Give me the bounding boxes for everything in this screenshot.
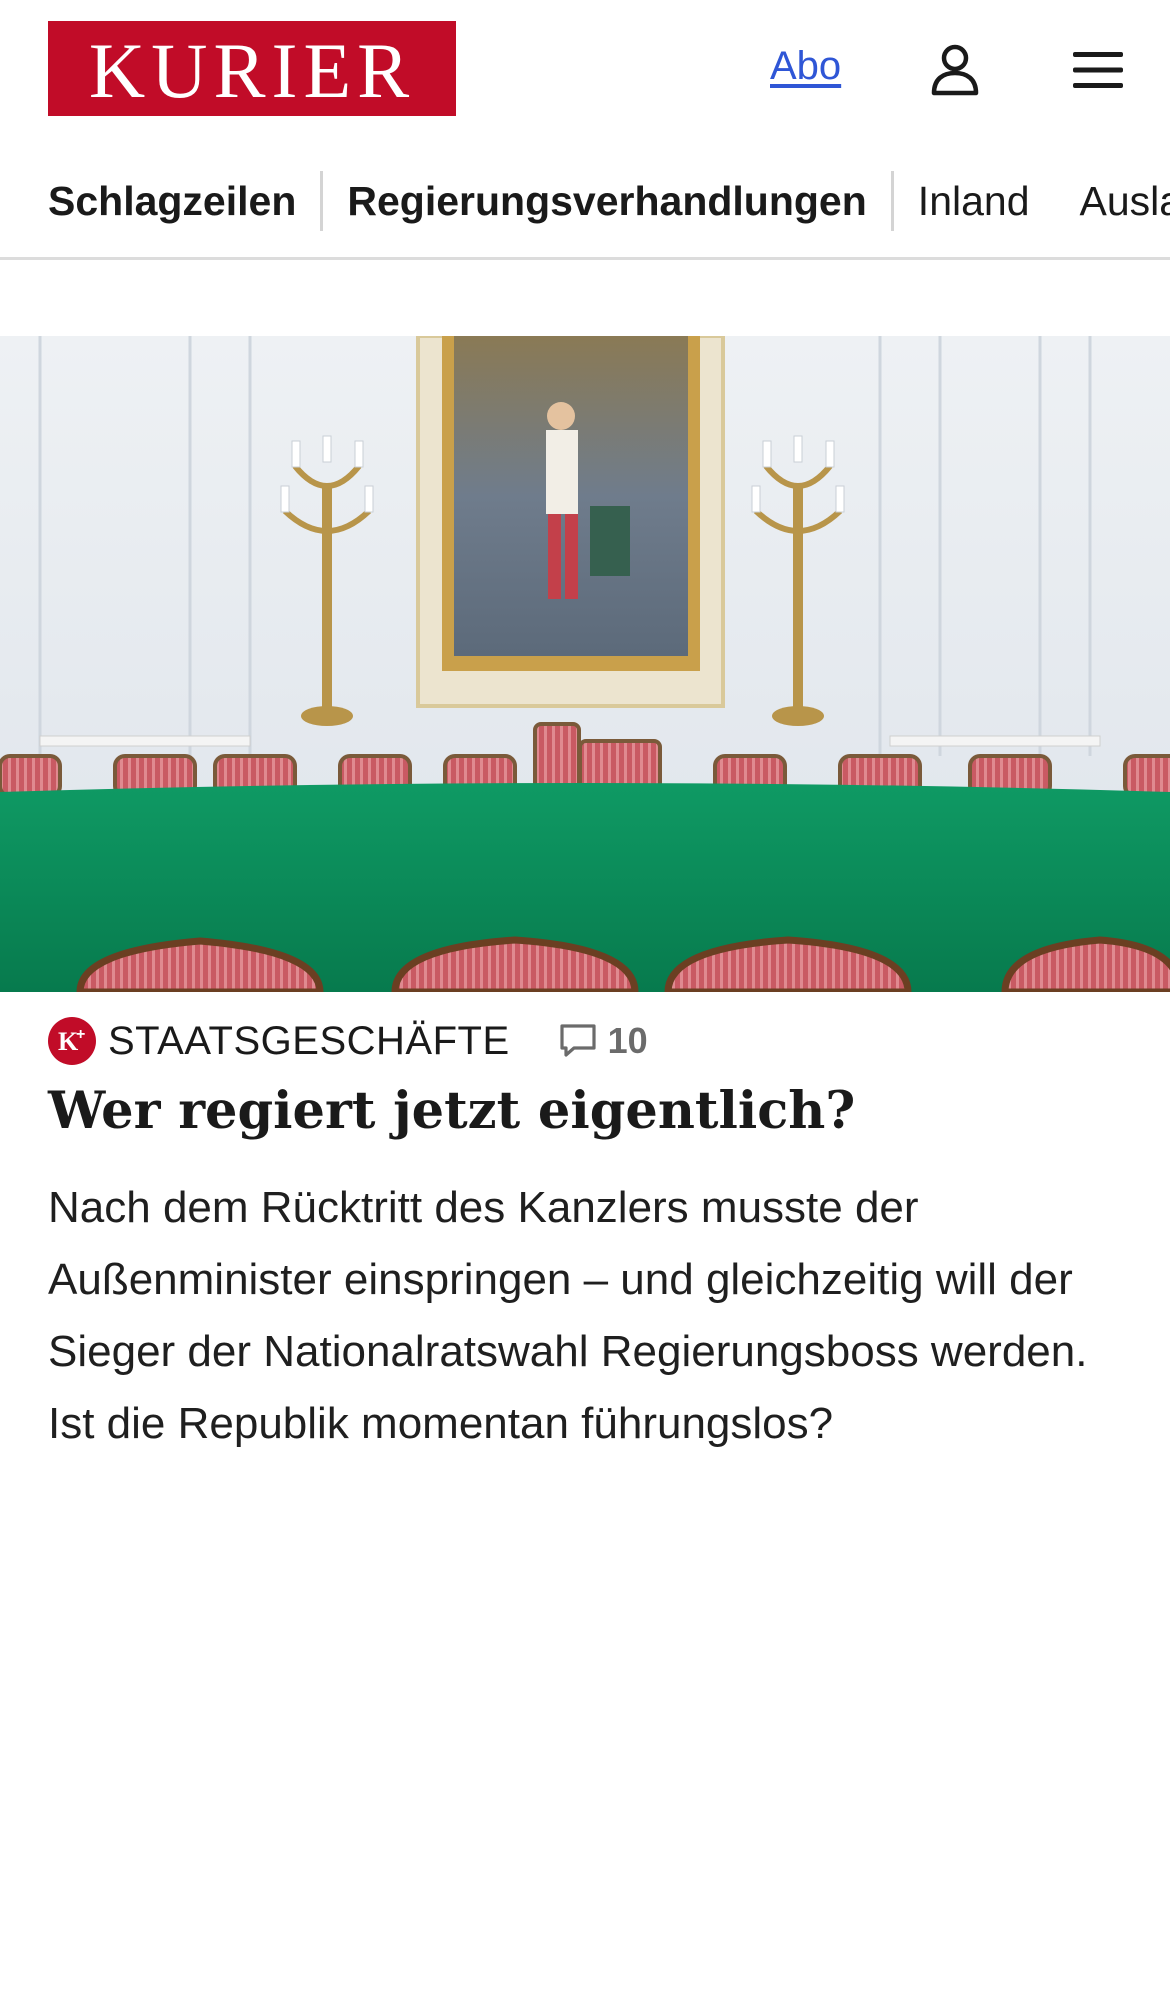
comment-icon — [560, 1024, 596, 1057]
menu-button[interactable] — [1063, 35, 1133, 105]
site-header: KURIER Abo — [0, 0, 1170, 140]
nav-divider — [320, 171, 324, 231]
article-teaser[interactable]: Nach dem Rücktritt des Kanzlers musste d… — [48, 1172, 1138, 1460]
kurier-logo[interactable]: KURIER — [48, 21, 456, 116]
comment-count: 10 — [607, 1020, 648, 1061]
logo-text: KURIER — [88, 26, 416, 114]
comments-link[interactable]: 10 — [558, 1020, 648, 1062]
state-room-photo — [0, 336, 1170, 992]
user-account-button[interactable] — [920, 35, 990, 105]
kplus-badge-icon: K + — [48, 1017, 96, 1065]
article-category[interactable]: STAATSGESCHÄFTE — [108, 1019, 510, 1064]
nav-item-ausland[interactable]: Ausland — [1080, 170, 1170, 232]
article-hero-image[interactable] — [0, 336, 1170, 992]
nav-item-schlagzeilen[interactable]: Schlagzeilen — [48, 170, 296, 232]
nav-item-inland[interactable]: Inland — [918, 170, 1030, 232]
abo-link[interactable]: Abo — [770, 44, 841, 89]
section-nav: Schlagzeilen Regierungsverhandlungen Inl… — [0, 140, 1170, 260]
svg-text:+: + — [76, 1026, 85, 1043]
user-icon — [931, 44, 979, 96]
nav-divider — [890, 171, 894, 231]
article-headline[interactable]: Wer regiert jetzt eigentlich? — [48, 1078, 1128, 1144]
nav-item-regierungsverhandlungen[interactable]: Regierungsverhandlungen — [347, 170, 866, 232]
hamburger-menu-icon — [1073, 52, 1123, 88]
article-meta: K + STAATSGESCHÄFTE 10 — [48, 1016, 648, 1066]
section-nav-row: Schlagzeilen Regierungsverhandlungen Inl… — [48, 170, 1170, 232]
